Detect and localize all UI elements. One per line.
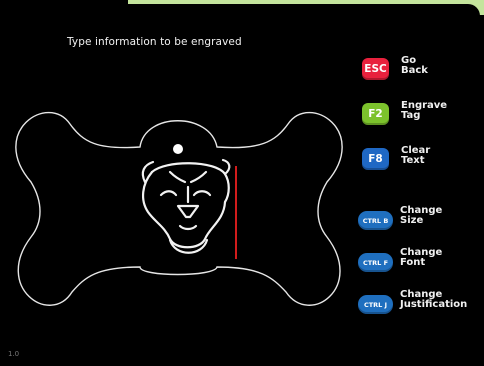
ctrl-b-key-icon[interactable]: CTRL B: [358, 211, 393, 230]
f2-key-icon[interactable]: F2: [362, 103, 389, 125]
change-justification-label: Change Justification: [400, 289, 468, 310]
ctrl-j-key-icon[interactable]: CTRL J: [358, 295, 393, 314]
ctrl-f-key-icon[interactable]: CTRL F: [358, 253, 393, 272]
corner-version-label: 1.0: [8, 350, 20, 358]
page-title: Type information to be engraved: [67, 36, 242, 48]
change-font-button[interactable]: CTRL F Change Font: [358, 244, 484, 284]
engrave-tag-button[interactable]: F2 Engrave Tag: [358, 95, 484, 135]
change-size-button[interactable]: CTRL B Change Size: [358, 202, 484, 242]
change-justification-button[interactable]: CTRL J Change Justification: [358, 286, 484, 326]
dog-bone-tag: [15, 112, 343, 306]
go-back-label: Go Back: [401, 55, 428, 76]
change-font-label: Change Font: [400, 247, 443, 268]
clear-text-button[interactable]: F8 Clear Text: [358, 140, 484, 180]
engrave-tag-label: Engrave Tag: [401, 100, 448, 121]
tag-preview[interactable]: [15, 102, 343, 317]
f8-key-icon[interactable]: F8: [362, 148, 389, 170]
go-back-button[interactable]: ESC Go Back: [358, 50, 484, 90]
tag-hole: [173, 144, 183, 154]
change-size-label: Change Size: [400, 205, 443, 226]
clear-text-label: Clear Text: [401, 145, 431, 166]
esc-key-icon[interactable]: ESC: [362, 58, 389, 80]
lion-head-icon: [141, 158, 231, 254]
